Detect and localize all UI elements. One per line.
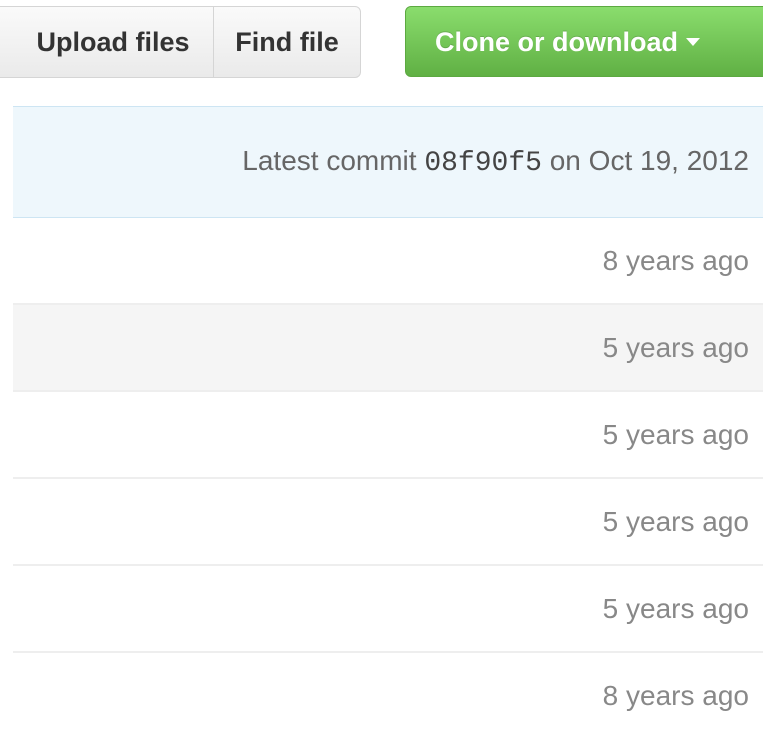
- file-row: 8 years ago: [13, 218, 763, 305]
- upload-files-button[interactable]: Upload files: [0, 7, 214, 77]
- commit-sha-link[interactable]: 08f90f5: [424, 148, 542, 179]
- file-actions-button-group: Upload files Find file: [0, 6, 361, 78]
- latest-commit-bar: Latest commit 08f90f5 on Oct 19, 2012: [13, 106, 763, 218]
- caret-down-icon: [686, 37, 700, 46]
- file-age: 5 years ago: [602, 506, 749, 537]
- latest-commit-prefix: Latest commit: [242, 145, 417, 176]
- file-row: 8 years ago: [13, 653, 763, 734]
- file-list: 8 years ago 5 years ago 5 years ago 5 ye…: [13, 218, 763, 734]
- clone-or-download-button[interactable]: Clone or download: [405, 6, 763, 77]
- clone-or-download-label: Clone or download: [435, 27, 678, 57]
- file-row: 5 years ago: [13, 305, 763, 392]
- file-age: 8 years ago: [602, 680, 749, 711]
- commit-date: on Oct 19, 2012: [549, 145, 749, 176]
- file-row: 5 years ago: [13, 392, 763, 479]
- file-row: 5 years ago: [13, 566, 763, 653]
- file-navigation-toolbar: Upload files Find file Clone or download: [0, 0, 763, 90]
- file-age: 5 years ago: [602, 593, 749, 624]
- file-age: 5 years ago: [602, 332, 749, 363]
- file-row: 5 years ago: [13, 479, 763, 566]
- file-age: 5 years ago: [602, 419, 749, 450]
- file-age: 8 years ago: [602, 245, 749, 276]
- find-file-button[interactable]: Find file: [214, 7, 360, 77]
